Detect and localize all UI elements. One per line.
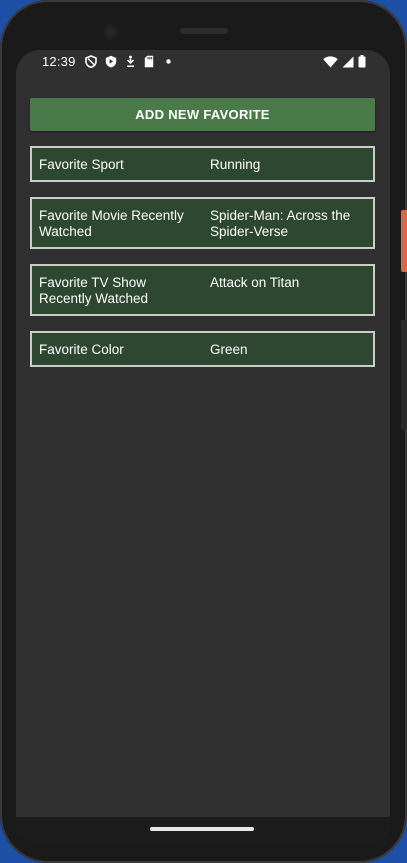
front-camera: [103, 24, 119, 40]
shield-play-icon: [105, 55, 117, 68]
favorite-value: Spider-Man: Across the Spider-Verse: [210, 208, 351, 239]
status-notification-icons: [85, 55, 171, 68]
download-icon: [125, 55, 136, 68]
status-time: 12:39: [42, 54, 76, 69]
shield-outline-icon: [85, 55, 97, 68]
add-new-favorite-button[interactable]: ADD NEW FAVORITE: [30, 98, 375, 131]
favorite-value: Green: [210, 342, 248, 357]
phone-frame: 12:39 ADD NEW FAVORITE Favorite Sport Ru…: [0, 0, 407, 863]
favorite-value: Running: [210, 157, 261, 172]
favorite-item-sport[interactable]: Favorite Sport Running: [30, 146, 375, 182]
wifi-icon: [323, 55, 338, 71]
status-bar: 12:39: [16, 50, 390, 74]
volume-button: [401, 320, 407, 430]
favorite-label: Favorite Color: [39, 342, 124, 357]
app-screen: 12:39 ADD NEW FAVORITE Favorite Sport Ru…: [16, 50, 390, 843]
status-system-icons: [323, 55, 366, 71]
favorite-item-tv-show[interactable]: Favorite TV Show Recently Watched Attack…: [30, 264, 375, 316]
dot-icon: [166, 59, 171, 64]
battery-icon: [358, 55, 366, 71]
power-button: [401, 210, 407, 272]
favorite-label: Favorite Sport: [39, 157, 124, 172]
home-gesture-handle[interactable]: [150, 827, 254, 831]
sd-card-icon: [144, 55, 154, 68]
favorite-label: Favorite Movie Recently Watched: [39, 208, 184, 239]
cell-signal-icon: [342, 56, 354, 71]
favorite-item-color[interactable]: Favorite Color Green: [30, 331, 375, 367]
earpiece-speaker: [180, 28, 228, 34]
favorite-item-movie[interactable]: Favorite Movie Recently Watched Spider-M…: [30, 197, 375, 249]
favorite-label: Favorite TV Show Recently Watched: [39, 275, 149, 306]
gesture-nav-bar: [16, 817, 390, 843]
favorite-value: Attack on Titan: [210, 275, 300, 290]
